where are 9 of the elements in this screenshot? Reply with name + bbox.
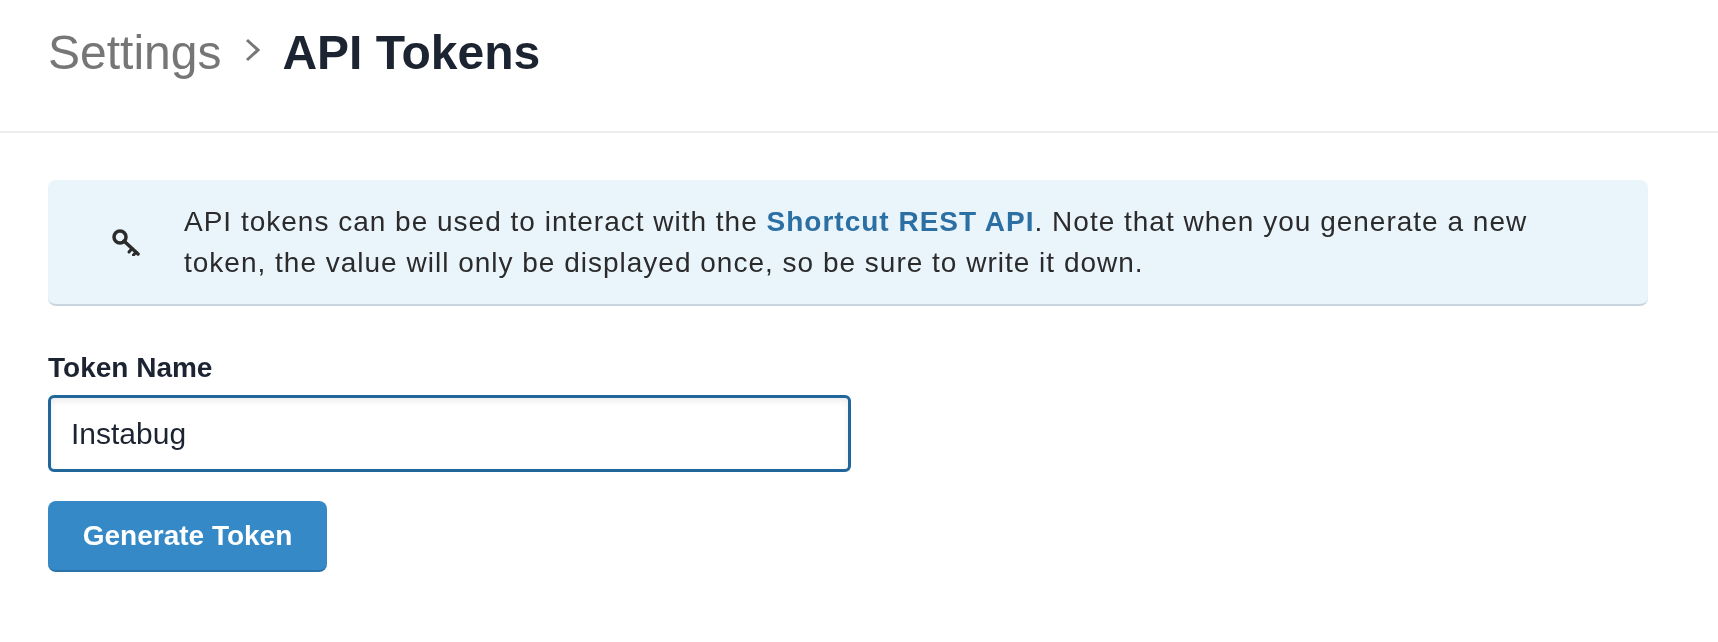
notice-text: API tokens can be used to interact with the Shortcut REST API. Note that when you generate a new token, the value will only be displayed once, so be sure to write it down. xyxy=(184,205,1529,280)
page-title: API Tokens xyxy=(282,29,541,77)
breadcrumb-link[interactable]: Settings xyxy=(48,29,222,77)
chevron-right-icon xyxy=(245,38,261,62)
api-docs-link[interactable]: Shortcut REST API xyxy=(766,206,1035,237)
token-name-input[interactable]: Instabug xyxy=(48,395,851,472)
key-icon xyxy=(111,228,141,256)
field-label: Token Name xyxy=(48,351,213,385)
generate-token-button[interactable]: Generate Token xyxy=(48,501,327,572)
